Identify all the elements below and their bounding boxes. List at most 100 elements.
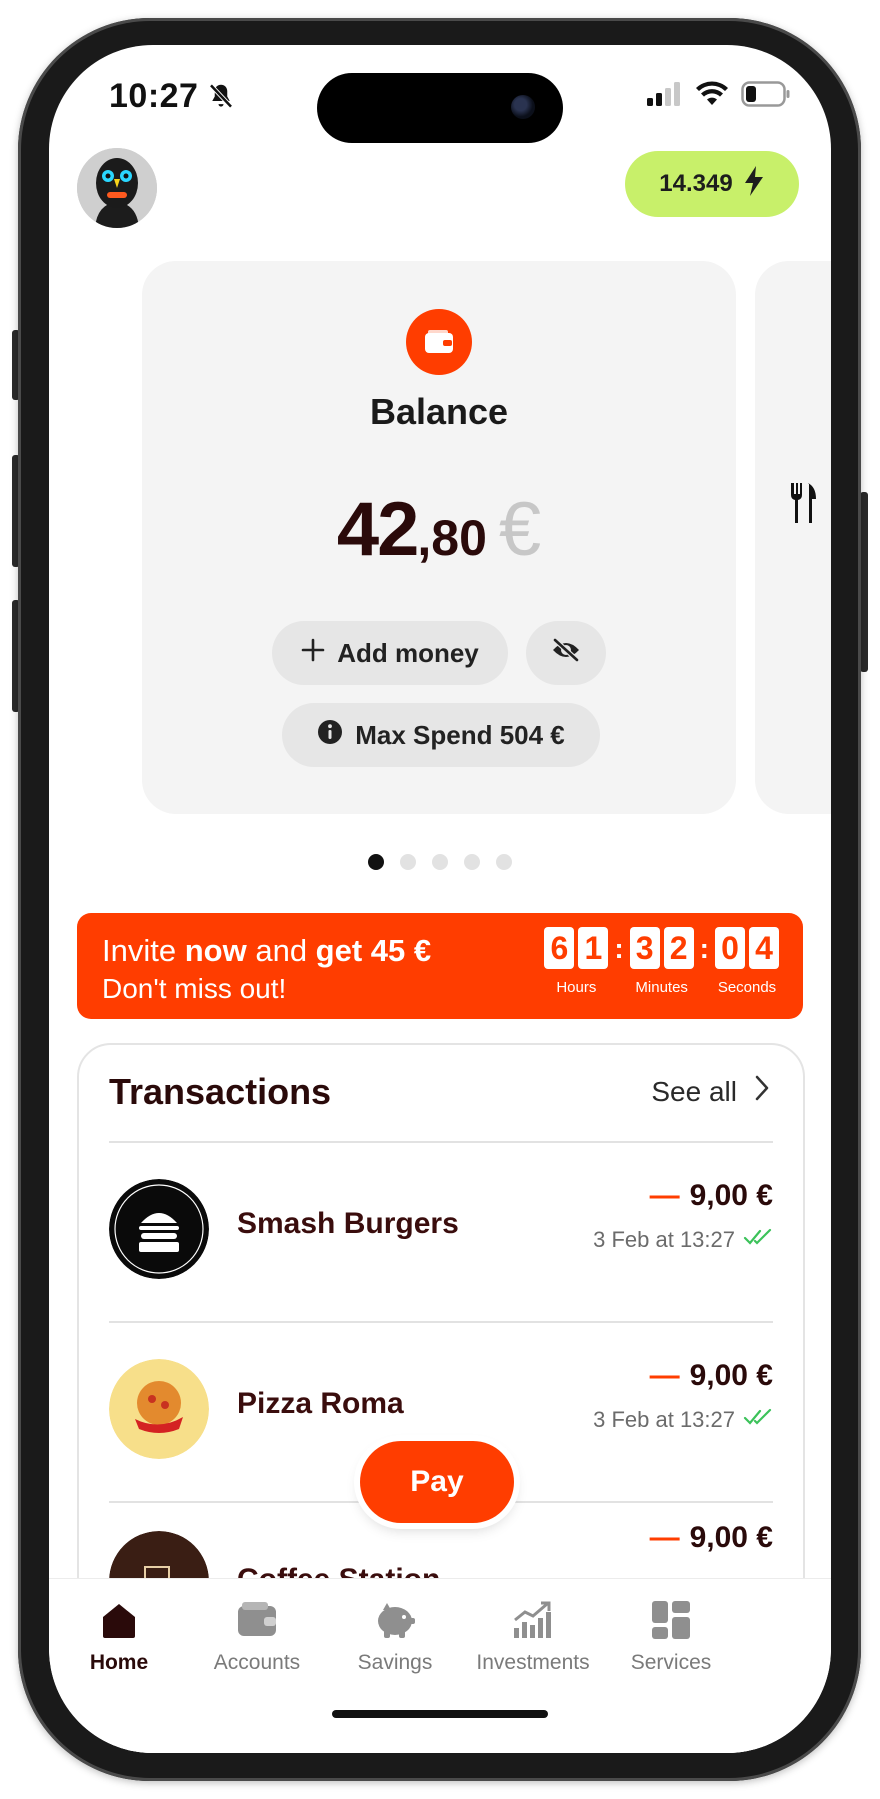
add-money-button[interactable]: Add money [272,621,508,685]
balance-integer: 42 [336,487,420,572]
tab-investments[interactable]: Investments [463,1595,603,1675]
invite-headline: Invite now and get 45 € [102,933,431,969]
timer-digit: 2 [663,927,694,969]
see-all-link[interactable]: See all [651,1075,769,1108]
balance-card[interactable]: Balance 42,80 € Add money Max Spend 504 … [142,261,736,814]
timer-label: Minutes [635,979,688,996]
date-value: 3 Feb at 13:27 [593,1407,735,1432]
balance-amount: 42,80 € [142,486,736,573]
carousel-dots[interactable] [49,854,831,870]
tab-home[interactable]: Home [49,1595,189,1675]
date-value: 3 Feb at 13:27 [593,1227,735,1252]
timer-digit: 1 [578,927,609,969]
timer-label: Hours [556,979,597,996]
tab-label: Investments [476,1651,590,1674]
eye-off-icon [551,637,581,669]
invite-banner[interactable]: Invite now and get 45 € Don't miss out! … [77,913,803,1019]
balance-decimal: ,80 [417,510,487,566]
fork-knife-icon [788,483,818,528]
next-card-peek[interactable] [755,261,831,814]
status-time: 10:27 [109,77,199,115]
timer-label: Seconds [717,979,777,996]
phone-screen: 10:27 14.349 Balance 42,80 € Add money M… [49,45,831,1753]
plus-icon [301,638,325,669]
tab-bar: Home Accounts Savings Investments Servic… [49,1578,831,1753]
points-badge[interactable]: 14.349 [625,151,799,217]
home-indicator[interactable] [332,1710,548,1718]
invite-text-2: now [184,933,247,968]
merchant-name: Smash Burgers [237,1207,459,1240]
wifi-icon [695,81,729,112]
info-icon [317,719,343,752]
points-value: 14.349 [659,170,733,197]
double-check-icon [743,1227,773,1253]
invite-subline: Don't miss out! [102,973,287,1004]
max-spend-label: Max Spend 504 € [355,719,565,750]
camera-icon [511,95,535,119]
tab-services[interactable]: Services [601,1595,741,1675]
timer-colon: : [614,933,624,964]
max-spend-info[interactable]: Max Spend 504 € [282,703,600,767]
transaction-amount: — 9,00 € [650,1521,773,1555]
grid-icon [601,1595,741,1645]
transaction-date: 3 Feb at 13:27 [593,1227,773,1253]
tab-accounts[interactable]: Accounts [187,1595,327,1675]
invite-text-4: get 45 € [315,933,432,968]
tab-savings[interactable]: Savings [325,1595,465,1675]
merchant-logo-pizza [109,1359,209,1459]
timer-seconds: 0 4 Seconds [715,927,779,996]
tab-label: Services [630,1651,712,1674]
amount-value: 9,00 € [689,1359,773,1392]
avatar[interactable] [77,148,157,228]
amount-value: 9,00 € [689,1179,773,1212]
merchant-name: Pizza Roma [237,1387,404,1420]
minus-icon: — [649,1179,680,1212]
pay-button[interactable]: Pay [360,1441,514,1523]
signal-icon [647,82,683,111]
power-button [860,492,868,672]
lightning-icon [743,165,765,203]
timer-digit: 6 [544,927,575,969]
transaction-date: 3 Feb at 13:27 [593,1407,773,1433]
status-icons [647,81,791,112]
wallet-icon [406,309,472,375]
balance-currency: € [498,487,542,572]
timer-minutes: 3 2 Minutes [629,927,694,996]
divider [109,1141,773,1143]
carousel-dot[interactable] [368,854,384,870]
timer-digit: 3 [629,927,660,969]
invite-text-3: and [246,933,316,968]
merchant-logo-burger [109,1179,209,1279]
piggy-bank-icon [325,1595,465,1645]
bell-muted-icon [206,81,236,116]
divider [109,1321,773,1323]
carousel-dot[interactable] [400,854,416,870]
tab-label: Accounts [213,1651,301,1674]
add-money-label: Add money [337,637,479,668]
transaction-row[interactable]: Smash Burgers — 9,00 € 3 Feb at 13:27 [109,1169,773,1289]
dynamic-island [317,73,563,143]
amount-value: 9,00 € [689,1521,773,1554]
hide-balance-button[interactable] [526,621,606,685]
tab-label: Savings [357,1651,433,1674]
double-check-icon [743,1407,773,1433]
battery-icon [741,81,791,112]
chart-icon [463,1595,603,1645]
card-title: Balance [369,391,509,432]
carousel-dot[interactable] [464,854,480,870]
timer-digit: 0 [715,927,745,969]
timer-digit: 4 [749,927,779,969]
transaction-amount: — 9,00 € [650,1179,773,1213]
timer-colon: : [699,933,709,964]
see-all-label: See all [651,1075,737,1107]
minus-icon: — [649,1521,680,1554]
transactions-title: Transactions [109,1071,332,1112]
carousel-dot[interactable] [496,854,512,870]
invite-text-1: Invite [102,933,185,968]
chevron-right-icon [755,1075,769,1108]
transaction-amount: — 9,00 € [650,1359,773,1393]
home-icon [49,1595,189,1645]
tab-label: Home [89,1651,149,1674]
minus-icon: — [649,1359,680,1392]
carousel-dot[interactable] [432,854,448,870]
